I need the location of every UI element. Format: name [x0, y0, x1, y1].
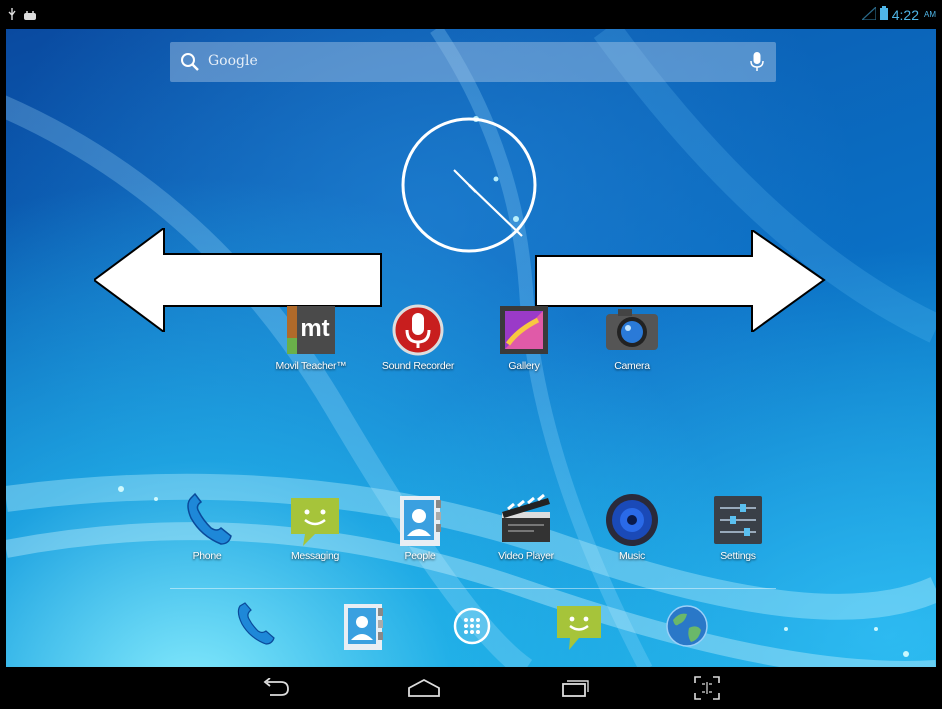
google-search-bar[interactable]: Google — [170, 42, 776, 82]
dock-messaging-icon[interactable] — [551, 598, 607, 654]
app-label: Sound Recorder — [381, 360, 455, 372]
clapperboard-icon[interactable] — [496, 490, 556, 550]
status-bar: 4:22 AM — [0, 0, 942, 29]
settings-sliders-icon[interactable] — [708, 490, 768, 550]
screenshot-icon[interactable] — [687, 673, 727, 703]
search-placeholder[interactable]: Google — [208, 53, 258, 69]
app-label: Camera — [614, 360, 650, 372]
people-icon[interactable] — [390, 490, 450, 550]
navigation-bar — [0, 667, 942, 709]
svg-text:mt: mt — [300, 315, 329, 342]
microphone-icon[interactable] — [388, 300, 448, 360]
app-messaging[interactable]: Messaging — [267, 490, 363, 576]
app-sound-recorder[interactable]: Sound Recorder — [370, 300, 466, 386]
app-settings[interactable]: Settings — [690, 490, 786, 576]
home-icon[interactable] — [404, 673, 444, 703]
app-label: Settings — [720, 550, 756, 562]
battery-icon — [879, 6, 888, 23]
status-ampm: AM — [924, 10, 936, 19]
app-label: Video Player — [498, 550, 554, 562]
screen-edge-right — [936, 29, 942, 667]
app-label: Phone — [192, 550, 222, 562]
app-movil-teacher[interactable]: mt Movil Teacher™ — [263, 300, 359, 386]
mic-icon[interactable] — [750, 51, 764, 78]
dock-people-icon[interactable] — [336, 598, 392, 654]
browser-globe-icon[interactable] — [659, 598, 715, 654]
app-phone[interactable]: Phone — [159, 490, 255, 576]
app-video-player[interactable]: Video Player — [478, 490, 574, 576]
app-label: Movil Teacher™ — [275, 360, 347, 372]
usb-icon — [8, 7, 16, 25]
app-people[interactable]: People — [372, 490, 468, 576]
app-gallery[interactable]: Gallery — [476, 300, 572, 386]
status-time: 4:22 — [891, 6, 919, 23]
all-apps-icon[interactable] — [444, 598, 500, 654]
app-label: Messaging — [290, 550, 340, 562]
search-icon[interactable] — [180, 52, 200, 77]
app-label: Gallery — [508, 360, 540, 372]
speaker-icon[interactable] — [602, 490, 662, 550]
analog-clock[interactable] — [394, 110, 544, 260]
phone-icon[interactable] — [177, 490, 237, 550]
messaging-icon[interactable] — [285, 490, 345, 550]
dock-phone-icon[interactable] — [228, 596, 284, 652]
app-label: Music — [619, 550, 645, 562]
app-label: People — [404, 550, 436, 562]
signal-icon — [860, 5, 877, 23]
dock-divider — [170, 588, 776, 589]
back-icon[interactable] — [256, 673, 296, 703]
movil-teacher-icon[interactable]: mt — [281, 300, 341, 360]
app-music[interactable]: Music — [584, 490, 680, 576]
camera-icon[interactable] — [602, 300, 662, 360]
right-arrow — [535, 230, 826, 332]
home-screen: 4:22 AM Google mt Movil Teacher™ Sound R… — [0, 0, 942, 709]
recent-apps-icon[interactable] — [555, 673, 595, 703]
app-camera[interactable]: Camera — [584, 300, 680, 386]
android-debug-icon — [24, 7, 36, 25]
gallery-icon[interactable] — [494, 300, 554, 360]
screen-edge-left — [0, 29, 6, 667]
